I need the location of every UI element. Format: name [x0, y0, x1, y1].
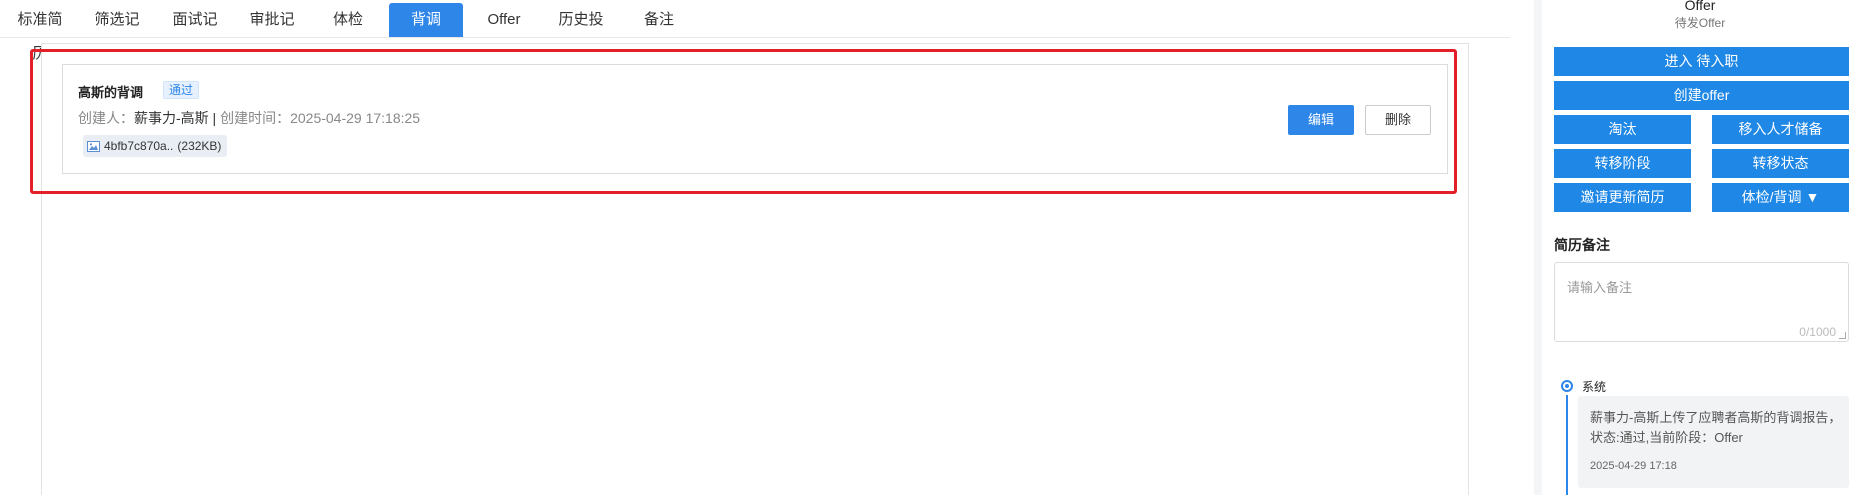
remark-placeholder: 请输入备注	[1567, 280, 1633, 295]
invite-update-resume-button[interactable]: 邀请更新简历	[1554, 183, 1691, 212]
timeline-line	[1566, 395, 1568, 495]
remark-char-count: 0/1000	[1799, 325, 1836, 339]
tab-approval-records[interactable]: 审批记录	[246, 3, 298, 62]
sidebar-panel: Offer 待发Offer 进入 待入职 创建offer 淘汰 移入人才储备 转…	[1542, 0, 1858, 495]
tab-interview-records[interactable]: 面试记录	[169, 3, 221, 62]
sidebar: Offer 待发Offer 进入 待入职 创建offer 淘汰 移入人才储备 转…	[1534, 0, 1858, 495]
tab-screening-records[interactable]: 筛选记录	[91, 3, 143, 62]
tab-notes[interactable]: 备注	[643, 3, 675, 37]
tab-medical-check[interactable]: 体检	[322, 3, 374, 37]
move-to-talent-pool-button[interactable]: 移入人才储备	[1712, 115, 1849, 144]
enter-pending-onboard-button[interactable]: 进入 待入职	[1554, 47, 1849, 76]
tab-offer[interactable]: Offer	[483, 3, 525, 37]
move-stage-button[interactable]: 转移阶段	[1554, 149, 1691, 178]
timeline-source: 系统	[1582, 380, 1607, 394]
current-stage: Offer	[1684, 0, 1716, 13]
resume-remark-title: 简历备注	[1554, 237, 1610, 253]
highlight-annotation	[30, 49, 1457, 194]
current-sub-stage: 待发Offer	[1674, 16, 1726, 30]
remark-input[interactable]: 请输入备注 0/1000	[1554, 262, 1849, 342]
timeline-item: 薪事力-高斯上传了应聘者高斯的背调报告，状态:通过,当前阶段：Offer 202…	[1578, 396, 1849, 488]
tab-bar: 标准简历 筛选记录 面试记录 审批记录 体检 背调 Offer 历史投递 备注	[0, 0, 1510, 62]
timeline-time: 2025-04-29 17:18	[1590, 460, 1677, 472]
tab-standard-resume[interactable]: 标准简历	[14, 3, 66, 62]
check-dropdown-button[interactable]: 体检/背调 ▼	[1712, 183, 1849, 212]
resize-handle-icon[interactable]	[1839, 332, 1846, 339]
timeline-message: 薪事力-高斯上传了应聘者高斯的背调报告，状态:通过,当前阶段：Offer	[1590, 410, 1842, 445]
create-offer-button[interactable]: 创建offer	[1554, 81, 1849, 110]
eliminate-button[interactable]: 淘汰	[1554, 115, 1691, 144]
move-status-button[interactable]: 转移状态	[1712, 149, 1849, 178]
timeline-dot-icon	[1561, 380, 1573, 392]
tab-background-check[interactable]: 背调	[389, 3, 463, 37]
tab-history-applications[interactable]: 历史投递	[555, 3, 607, 62]
